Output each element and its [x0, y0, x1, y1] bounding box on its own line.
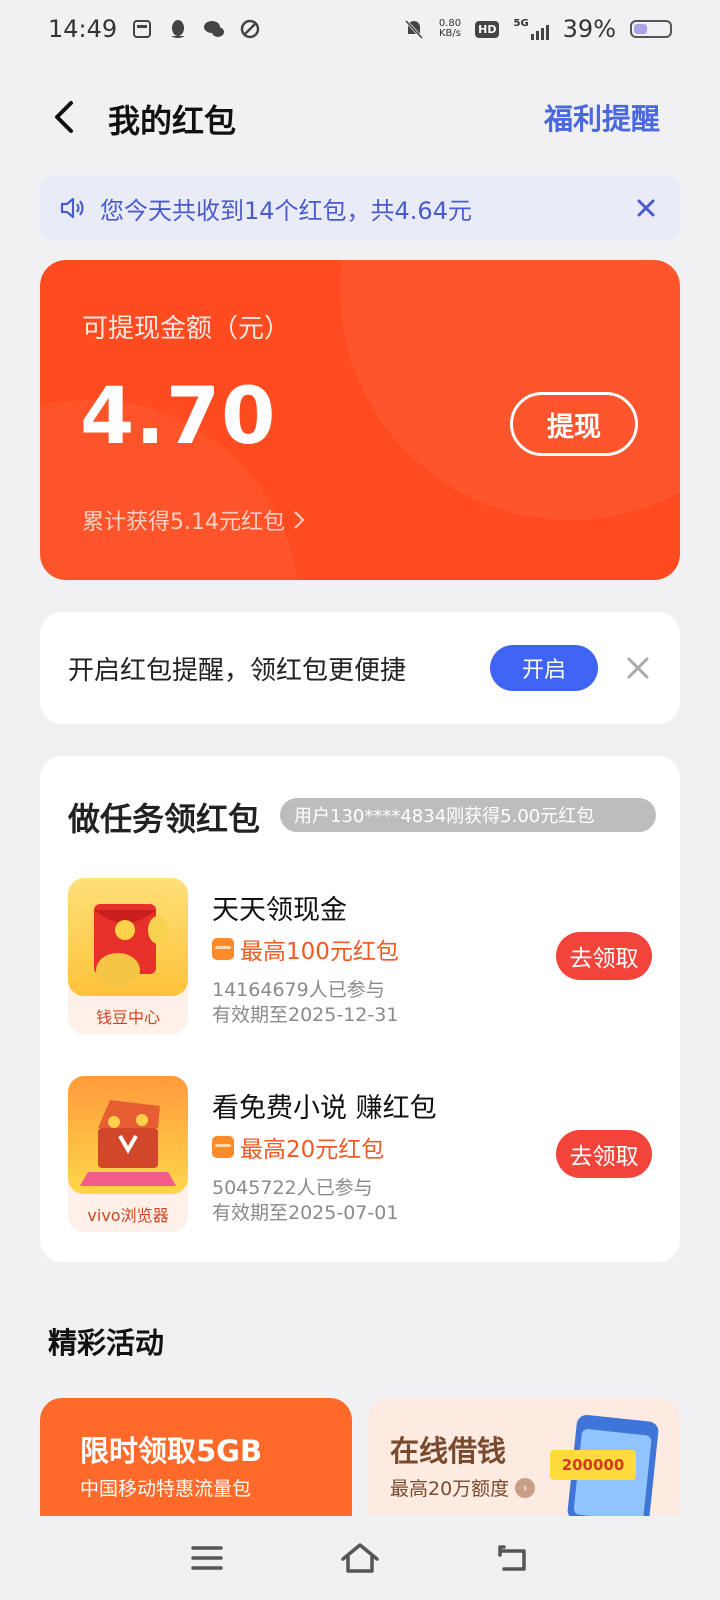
promo-card-data-plan[interactable]: 限时领取5GB 中国移动特惠流量包 — [40, 1398, 352, 1516]
promo-subtitle-row: 最高20万额度 › — [390, 1474, 536, 1501]
task-validity: 有效期至2025-12-31 — [212, 1004, 399, 1026]
task-meta: 14164679人已参与 有效期至2025-12-31 — [212, 978, 398, 1028]
withdraw-button[interactable]: 提现 — [510, 392, 638, 456]
activities-title: 精彩活动 — [48, 1326, 165, 1360]
notice-close-button[interactable] — [632, 194, 660, 222]
notice-banner: 您今天共收到14个红包，共4.64元 — [40, 176, 680, 240]
task-reward: 最高100元红包 — [212, 932, 399, 966]
menu-icon — [190, 1546, 223, 1570]
task-reward-text: 最高20元红包 — [240, 1137, 385, 1163]
welfare-reminder-link[interactable]: 福利提醒 — [544, 96, 660, 138]
enable-reminder-button[interactable]: 开启 — [490, 645, 598, 691]
money-badge: 200000 — [550, 1450, 636, 1480]
total-earned-text: 累计获得5.14元红包 — [82, 510, 285, 535]
header: 我的红包 福利提醒 — [0, 82, 720, 152]
signal-icon: 5G — [513, 18, 549, 40]
mute-bell-icon — [403, 18, 425, 40]
arrow-right-icon: › — [515, 1477, 536, 1498]
status-right: 0.80 KB/s HD 5G 39% — [403, 15, 672, 43]
task-item[interactable]: 钱豆中心 天天领现金 最高100元红包 14164679人已参与 有效期至202… — [68, 878, 652, 1038]
reminder-text: 开启红包提醒，领红包更便捷 — [68, 655, 407, 686]
claim-button[interactable]: 去领取 — [556, 1130, 652, 1178]
task-name: 天天领现金 — [212, 895, 347, 926]
thumbnail-label: 钱豆中心 — [95, 1008, 160, 1027]
card-decoration — [340, 260, 680, 520]
balance-label: 可提现金额（元） — [82, 314, 291, 344]
back-button[interactable] — [44, 94, 84, 140]
total-earned-link[interactable]: 累计获得5.14元红包 — [82, 504, 305, 536]
red-envelope-app-icon — [68, 878, 188, 996]
system-nav-bar — [0, 1516, 720, 1600]
task-name: 看免费小说 赚红包 — [212, 1093, 437, 1124]
task-thumbnail: 钱豆中心 — [68, 878, 188, 1034]
page-title: 我的红包 — [108, 102, 237, 140]
promo-title: 在线借钱 — [390, 1434, 507, 1468]
task-participants: 14164679人已参与 — [212, 979, 385, 1001]
battery-percent: 39% — [562, 15, 616, 43]
promo-card-loan[interactable]: 在线借钱 最高20万额度 › 200000 — [368, 1398, 680, 1516]
reminder-card: 开启红包提醒，领红包更便捷 开启 — [40, 612, 680, 724]
chevron-right-icon — [294, 511, 305, 529]
status-time: 14:49 — [48, 15, 118, 43]
chevron-left-icon — [55, 101, 73, 133]
speed-unit: KB/s — [439, 28, 461, 39]
sim-card-icon — [131, 18, 153, 40]
task-participants: 5045722人已参与 — [212, 1177, 373, 1199]
thumbnail-label: vivo浏览器 — [87, 1206, 169, 1225]
status-bar: 14:49 0.80 KB/s HD 5G 39% — [0, 0, 720, 58]
app-notification-icon — [239, 18, 261, 40]
battery-icon — [630, 20, 672, 38]
hd-badge: HD — [475, 20, 500, 38]
close-icon — [627, 657, 649, 679]
home-button[interactable] — [336, 1534, 384, 1582]
network-speed: 0.80 KB/s — [439, 19, 461, 39]
task-card: 做任务领红包 用户130****4834刚获得5.00元红包 钱豆中心 天天领现… — [40, 756, 680, 1262]
close-icon — [637, 199, 655, 217]
notice-text: 您今天共收到14个红包，共4.64元 — [100, 196, 472, 225]
promo-subtitle: 最高20万额度 — [390, 1478, 510, 1500]
balance-card: 可提现金额（元） 4.70 提现 累计获得5.14元红包 — [40, 260, 680, 580]
task-section-title: 做任务领红包 — [68, 800, 261, 838]
reminder-close-button[interactable] — [624, 654, 652, 682]
balance-amount: 4.70 — [80, 372, 277, 462]
red-envelope-icon — [212, 1136, 234, 1158]
winner-marquee: 用户130****4834刚获得5.00元红包 — [280, 798, 656, 832]
task-validity: 有效期至2025-07-01 — [212, 1202, 399, 1224]
speaker-icon — [60, 197, 86, 219]
battery-fill — [634, 24, 648, 34]
treasure-chest-app-icon — [68, 1076, 188, 1194]
menu-button[interactable] — [183, 1534, 231, 1582]
task-reward: 最高20元红包 — [212, 1130, 384, 1164]
back-nav-button[interactable] — [489, 1534, 537, 1582]
task-item[interactable]: vivo浏览器 看免费小说 赚红包 最高20元红包 5045722人已参与 有效… — [68, 1076, 652, 1236]
status-left: 14:49 — [48, 15, 261, 43]
home-icon — [341, 1543, 379, 1573]
wechat-icon — [203, 18, 225, 40]
qq-icon — [167, 18, 189, 40]
network-type: 5G — [513, 18, 529, 29]
claim-button[interactable]: 去领取 — [556, 932, 652, 980]
task-meta: 5045722人已参与 有效期至2025-07-01 — [212, 1176, 398, 1226]
red-envelope-icon — [212, 938, 234, 960]
promo-title: 限时领取5GB — [80, 1434, 263, 1468]
task-thumbnail: vivo浏览器 — [68, 1076, 188, 1232]
promo-subtitle: 中国移动特惠流量包 — [80, 1478, 252, 1500]
task-reward-text: 最高100元红包 — [240, 939, 399, 965]
back-arrow-icon — [498, 1545, 527, 1571]
